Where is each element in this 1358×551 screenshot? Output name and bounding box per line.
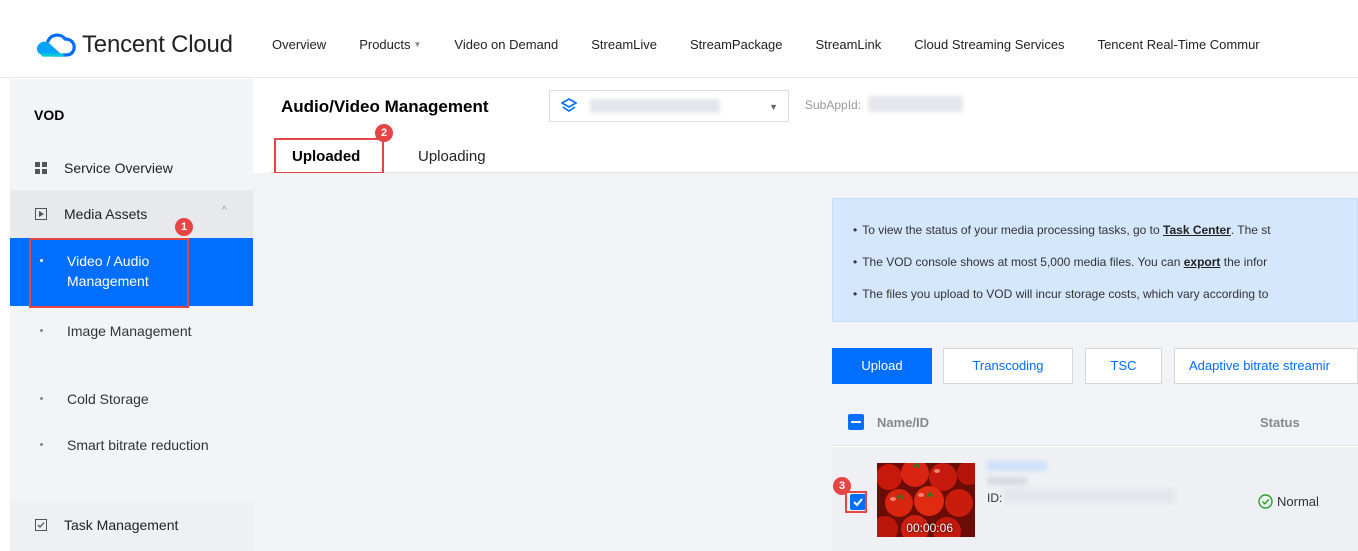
info-text: The VOD console shows at most 5,000 medi… [862,255,1184,269]
highlight-box [274,138,384,174]
info-text: . The st [1230,223,1271,237]
info-text: The files you upload to VOD will incur s… [862,287,1269,301]
video-duration: 00:00:06 [906,521,953,535]
highlight-box [29,238,189,308]
sidebar-item-service-overview[interactable]: Service Overview [10,160,253,180]
task-center-link[interactable]: Task Center [1163,223,1231,237]
app-select-dropdown[interactable]: ▼ [549,90,789,122]
step-badge: 2 [375,124,393,142]
page-title: Audio/Video Management [281,97,489,116]
tab-uploading[interactable]: Uploading [418,148,486,165]
step-badge: 3 [833,477,851,495]
sidebar-title: VOD [34,107,65,123]
sidebar: VOD Service Overview Media Assets ^ Vide… [10,79,253,551]
top-navigation-bar: Tencent Cloud Overview Products ▼ Video o… [0,10,1358,78]
redacted-file-name [987,477,1027,485]
bullet-icon: • [853,287,858,301]
sidebar-item-label: Service Overview [64,160,173,176]
file-id-label: ID: [987,491,1003,505]
export-link[interactable]: export [1184,255,1221,269]
sidebar-item-label: Cold Storage [67,391,149,407]
nav-label: Tencent Real-Time Commur [1097,37,1260,52]
nav-label: Cloud Streaming Services [914,37,1065,52]
info-line: • The files you upload to VOD will incur … [853,287,1268,301]
cloud-logo-icon [36,33,76,57]
brand-name: Tencent Cloud [82,31,233,58]
media-table: Name/ID Status 00:00:06 ID: Normal [832,398,1358,551]
nav-label: StreamLive [591,37,658,52]
info-notice: • To view the status of your media proces… [832,198,1358,322]
upload-button[interactable]: Upload [832,348,932,384]
video-thumbnail[interactable]: 00:00:06 [877,463,975,537]
redacted-file-id [1004,489,1174,503]
sidebar-item-label: Smart bitrate reduction [67,437,209,453]
sidebar-item-label: Media Assets [64,206,148,222]
status-text: Normal [1277,494,1319,509]
nav-streampackage[interactable]: StreamPackage [690,37,783,52]
nav-tencent-rtc[interactable]: Tencent Real-Time Commur [1098,37,1260,52]
caret-down-icon: ▼ [413,40,422,49]
nav-products[interactable]: Products ▼ [359,37,421,52]
nav-label: Products [359,37,411,52]
nav-label: StreamLink [815,37,882,52]
tsc-button[interactable]: TSC [1085,348,1162,384]
nav-label: Video on Demand [454,37,559,52]
subappid-label: SubAppId: [805,98,862,112]
adaptive-bitrate-button[interactable]: Adaptive bitrate streamir [1174,348,1358,384]
sidebar-item-task-management[interactable]: Task Management [10,517,253,537]
sidebar-item-image-management[interactable]: Image Management [10,321,253,363]
bullet-icon: • [853,223,858,237]
nav-cloud-streaming-services[interactable]: Cloud Streaming Services [914,37,1064,52]
nav-video-on-demand[interactable]: Video on Demand [454,37,558,52]
info-line: • The VOD console shows at most 5,000 med… [853,255,1267,269]
caret-down-icon: ▼ [769,102,778,112]
chevron-up-icon: ^ [222,205,227,216]
info-text: To view the status of your media process… [862,223,1164,237]
info-line: • To view the status of your media proces… [853,223,1271,237]
table-header: Name/ID Status [832,398,1358,446]
column-header-status: Status [1260,415,1300,430]
layers-icon [561,98,577,112]
redacted-subappid [868,96,963,112]
info-text: the infor [1220,255,1268,269]
sidebar-item-cold-storage[interactable]: Cold Storage [10,389,253,411]
table-row[interactable]: 00:00:06 ID: Normal [832,447,1358,551]
sidebar-item-smart-bitrate-reduction[interactable]: Smart bitrate reduction [10,435,253,477]
nav-overview[interactable]: Overview [272,37,326,52]
bullet-icon [40,397,43,400]
redacted-app-name [590,99,720,113]
transcoding-button[interactable]: Transcoding [943,348,1073,384]
bullet-icon [40,329,43,332]
bullet-icon: • [853,255,858,269]
status-badge: Normal [1258,494,1319,509]
step-badge: 1 [175,218,193,236]
tencent-cloud-logo[interactable]: Tencent Cloud [34,31,233,59]
play-square-icon [35,208,47,220]
sidebar-item-label: Image Management [67,323,192,339]
nav-label: StreamPackage [690,37,783,52]
grid-icon [35,162,47,174]
bullet-icon [40,443,43,446]
sidebar-item-media-assets[interactable]: Media Assets ^ [10,190,253,238]
sidebar-item-label: Task Management [64,517,179,533]
column-header-name: Name/ID [877,415,930,430]
top-nav: Overview Products ▼ Video on Demand Strea… [272,37,1293,52]
check-circle-icon [1258,494,1273,509]
redacted-file-name [987,461,1047,471]
nav-streamlive[interactable]: StreamLive [591,37,657,52]
nav-label: Overview [272,37,327,52]
checkbox-list-icon [35,519,47,531]
nav-streamlink[interactable]: StreamLink [816,37,882,52]
select-all-checkbox[interactable] [848,414,864,430]
highlight-box [845,491,867,513]
